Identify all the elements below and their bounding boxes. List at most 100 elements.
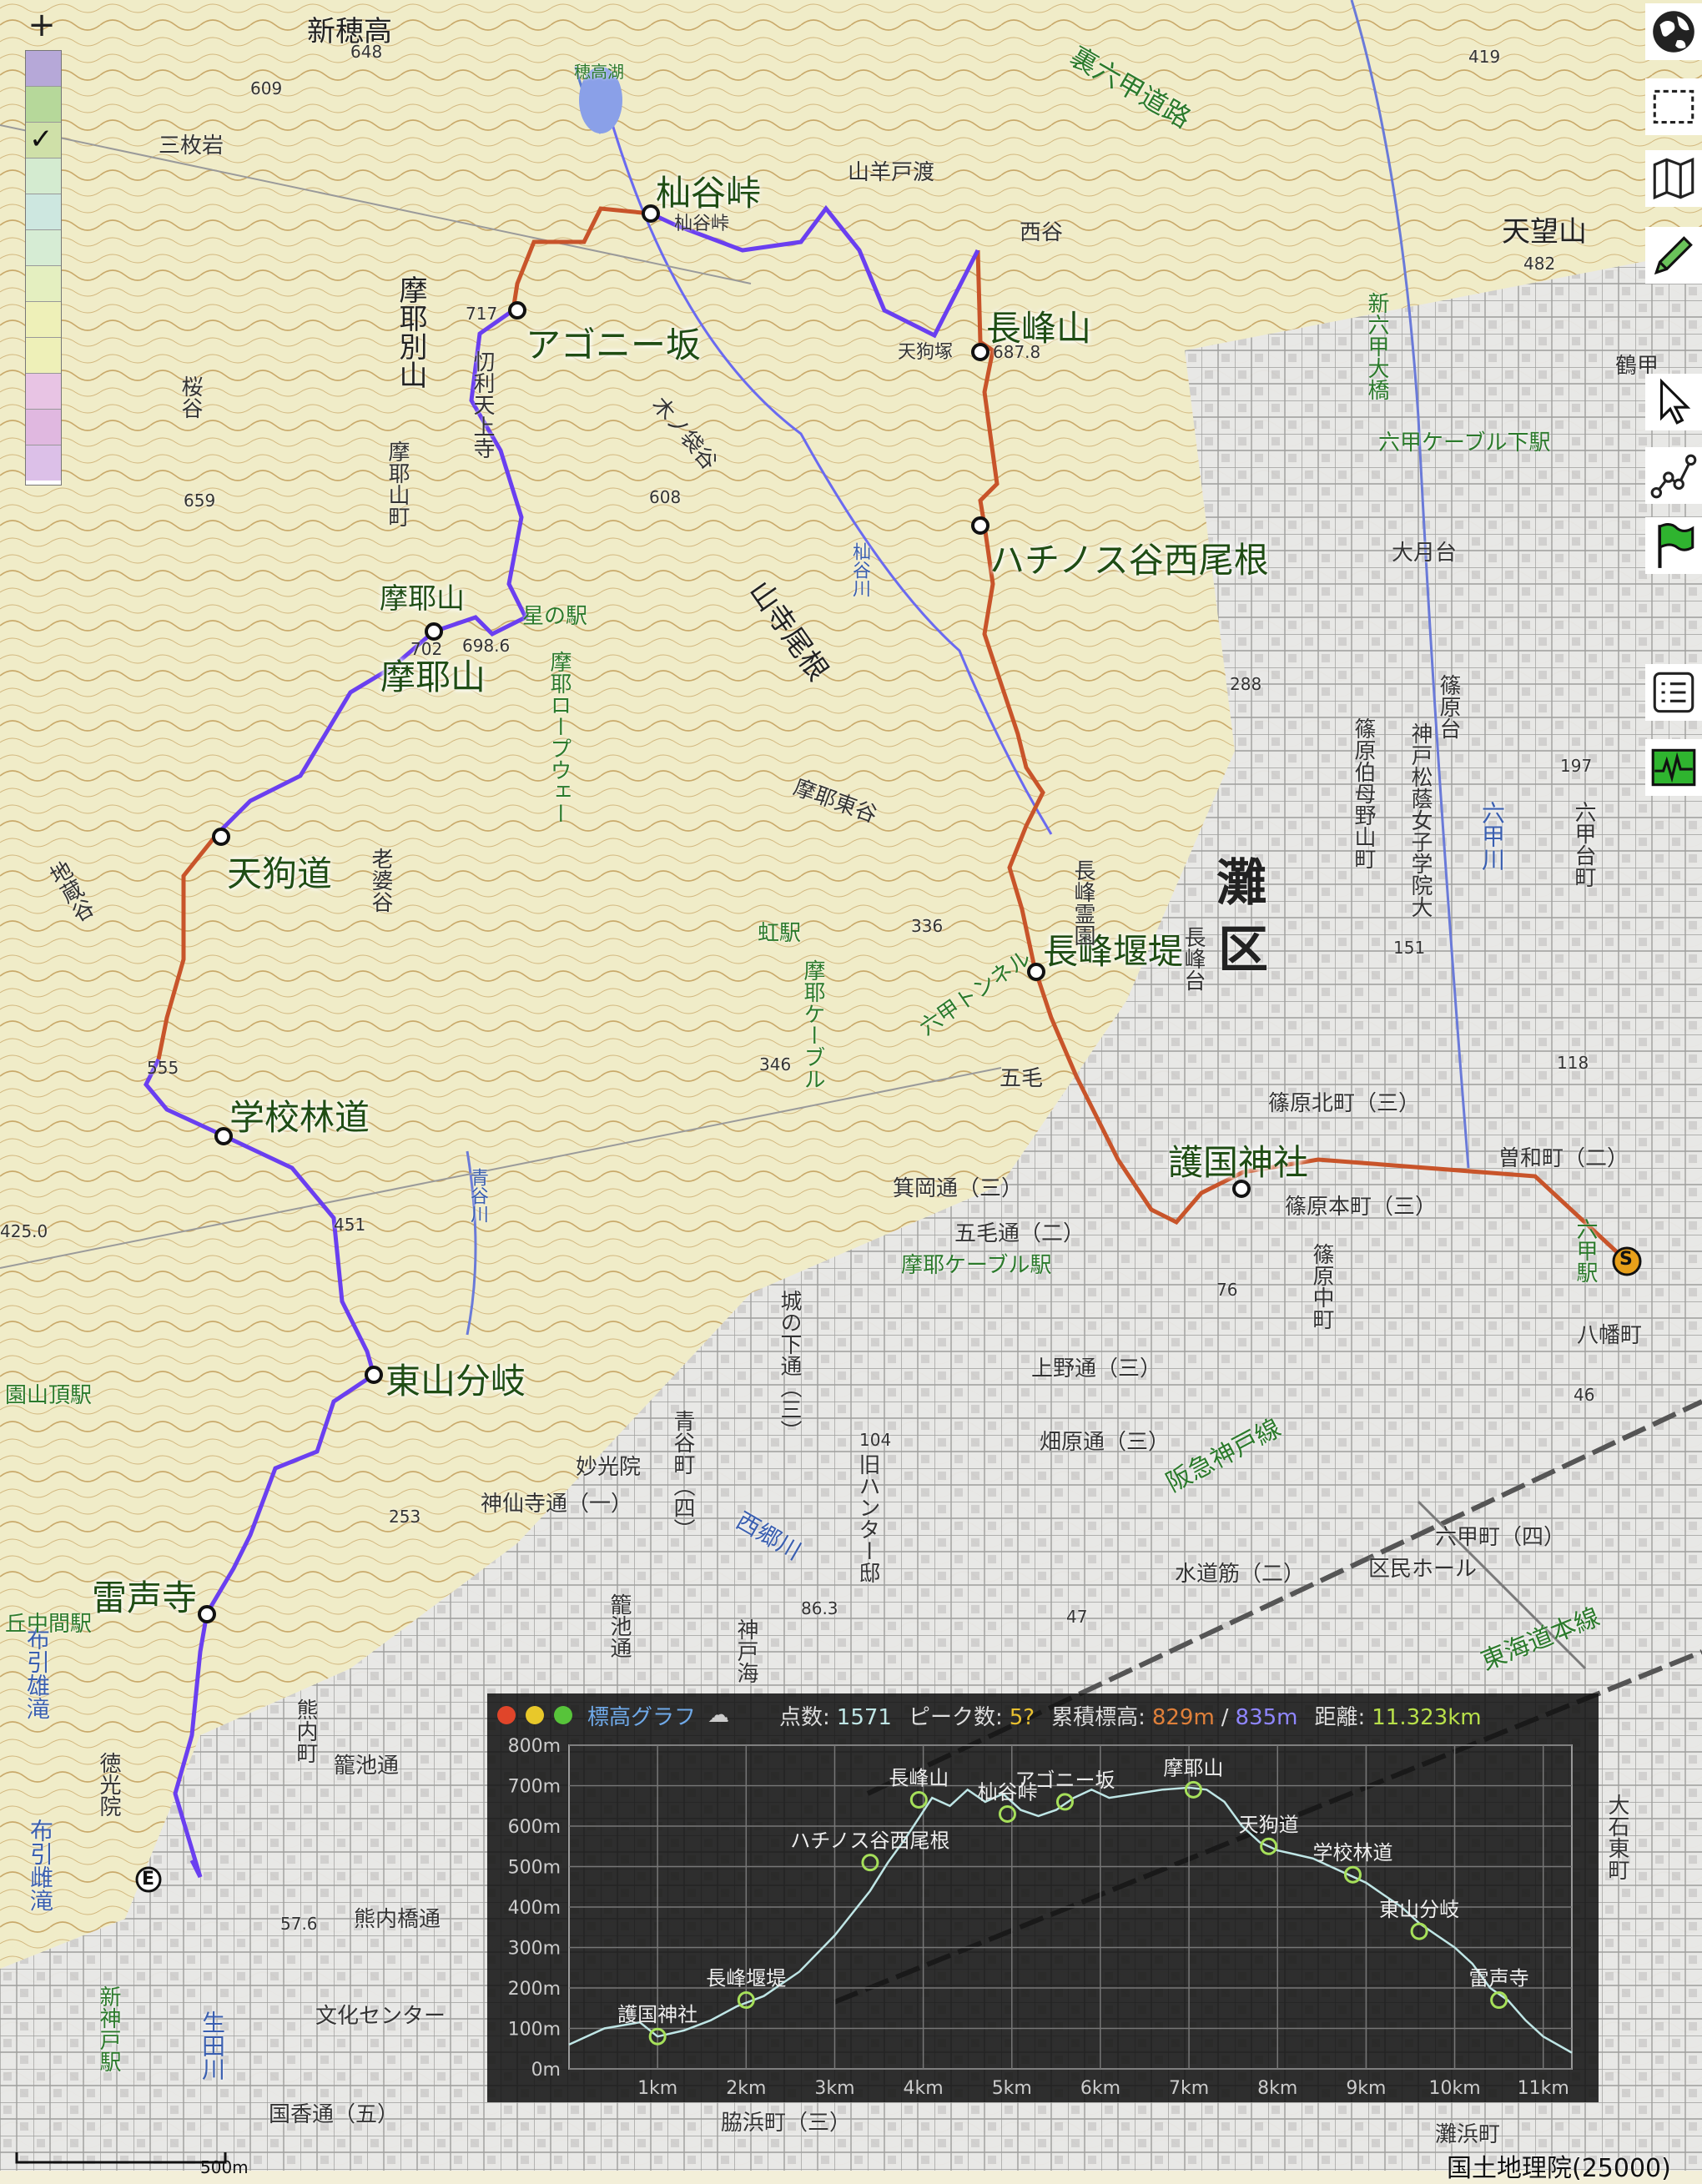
waypoint-label: 雷声寺 [92, 1578, 198, 1618]
globe-icon[interactable] [1645, 3, 1702, 60]
place-label: 摩耶山町 [385, 440, 410, 527]
place-label: 六甲川 [1478, 801, 1506, 871]
place-label: 山羊戸渡 [848, 160, 935, 185]
place-label: 箕岡通（三） [893, 1176, 1024, 1201]
place-label: 神仙寺通（一） [481, 1492, 633, 1517]
waypoint-marker [861, 1854, 879, 1872]
place-label: 籠池通 [607, 1593, 632, 1658]
layer-swatch[interactable] [26, 194, 61, 230]
cloud-upload-icon[interactable]: ☁ [707, 1703, 729, 1728]
waypoint-annotation: 雷声寺 [1469, 1967, 1529, 1990]
layer-swatch[interactable] [26, 266, 61, 302]
gain-up-value: 829m [1151, 1704, 1215, 1730]
waypoint-marker[interactable] [508, 301, 526, 320]
layer-swatch[interactable] [26, 87, 61, 123]
y-tick-label: 500m [508, 1858, 561, 1879]
list-icon[interactable] [1645, 664, 1702, 721]
place-label: 神戸松蔭女子学院大 [1407, 722, 1433, 918]
place-label: 旧ハンター邸 [855, 1453, 880, 1583]
place-label: 上野通（三） [1031, 1356, 1162, 1381]
y-tick-label: 700m [508, 1777, 561, 1798]
layer-swatch[interactable] [26, 51, 61, 87]
y-tick-label: 800m [508, 1737, 561, 1757]
maximize-button[interactable] [554, 1706, 572, 1724]
place-label: 神戸海 [733, 1618, 758, 1683]
layer-swatch[interactable] [26, 230, 61, 266]
waypoint-annotation: 摩耶山 [1163, 1756, 1223, 1779]
place-label: 妙光院 [576, 1455, 642, 1480]
place-label: 五毛通（二） [954, 1221, 1085, 1246]
place-label: 曽和町（二） [1498, 1146, 1629, 1171]
layer-swatch[interactable] [26, 302, 61, 338]
waypoint-marker [1055, 1793, 1074, 1811]
map-icon[interactable] [1645, 150, 1702, 207]
elevation-value: 698.6 [462, 636, 511, 656]
waypoint-marker[interactable] [971, 516, 989, 535]
layer-swatch[interactable] [26, 445, 61, 481]
place-label: 篠原本町（三） [1285, 1195, 1438, 1220]
waypoint-marker[interactable] [365, 1366, 383, 1384]
elevation-chart[interactable]: 0m 100m 200m 300m 400m 500m 600m 700m 800m 1km 2km… [487, 1737, 1599, 2102]
pencil-icon[interactable] [1645, 227, 1702, 284]
layer-swatch[interactable]: ✓ [26, 123, 61, 159]
layer-swatch[interactable] [26, 410, 61, 445]
waypoint-marker [998, 1804, 1016, 1823]
place-label: 長峰台 [1181, 926, 1206, 991]
x-tick-label: 7km [1169, 2078, 1209, 2099]
place-label: 五毛 [1000, 1066, 1044, 1091]
x-tick-label: 10km [1428, 2078, 1480, 2099]
zoom-in-button[interactable]: + [25, 8, 58, 42]
place-label: 生田川 [199, 2010, 226, 2081]
place-label: 畑原通（三） [1040, 1430, 1171, 1455]
cursor-icon[interactable] [1645, 374, 1702, 430]
place-label: 新神戸駅 [96, 1985, 121, 2072]
gain-separator: / [1221, 1704, 1229, 1730]
waypoint-annotation: 東山分岐 [1379, 1898, 1459, 1921]
elevation-graph-icon[interactable] [1645, 739, 1702, 796]
place-label: 青谷川 [467, 1168, 488, 1223]
waypoint-label: アゴニー坂 [526, 325, 702, 365]
points-label: 点数: [779, 1704, 830, 1730]
place-label: 篠原北町（三） [1268, 1091, 1421, 1116]
layer-swatch[interactable] [26, 338, 61, 374]
elevation-value: 702 [410, 639, 443, 659]
peaks-label: ピーク数: [908, 1704, 1003, 1730]
waypoint-label: 長峰堰堤 [1043, 931, 1184, 972]
place-label: 長峰霊園 [1070, 859, 1095, 946]
gain-label: 累積標高: [1051, 1704, 1146, 1730]
select-rect-icon[interactable] [1645, 78, 1702, 135]
elevation-value: 197 [1560, 756, 1593, 776]
close-button[interactable] [497, 1706, 516, 1724]
place-label: 水道筋（二） [1175, 1562, 1306, 1587]
layer-swatch[interactable] [26, 374, 61, 410]
elevation-value: 648 [350, 42, 383, 62]
waypoint-marker[interactable] [425, 622, 443, 641]
place-label: 熊内橋通 [354, 1907, 441, 1932]
waypoint-marker[interactable] [198, 1605, 216, 1623]
scale-label: 500m [200, 2157, 249, 2177]
place-label: 区 [1218, 921, 1268, 979]
elevation-value: 451 [334, 1215, 366, 1235]
flag-icon[interactable] [1645, 517, 1702, 574]
minimize-button[interactable] [526, 1706, 544, 1724]
place-label: 六甲台町 [1571, 801, 1596, 888]
place-label: 三枚岩 [159, 133, 224, 159]
waypoint-marker[interactable] [212, 828, 230, 846]
end-marker-label: E [142, 1869, 155, 1890]
elevation-value: 717 [466, 304, 498, 324]
route-icon[interactable] [1645, 447, 1702, 504]
elevation-graph-panel[interactable]: 標高グラフ ☁ 点数: 1571 ピーク数: 5? 累積標高: 829m/835m 距… [487, 1693, 1599, 2102]
place-label: 摩耶ケーブル駅 [901, 1253, 1052, 1278]
place-label: 篠原中町 [1309, 1243, 1334, 1330]
elevation-value: 253 [389, 1507, 421, 1527]
layer-selector[interactable]: ✓ [25, 50, 62, 486]
elevation-value: 425.0 [0, 1221, 48, 1241]
waypoint-annotation: 学校林道 [1312, 1841, 1392, 1864]
place-label: 天狗塚 [898, 342, 954, 363]
elevation-value: 482 [1523, 254, 1556, 274]
elevation-value: 57.6 [280, 1914, 318, 1934]
x-tick-label: 3km [814, 2078, 854, 2099]
y-tick-label: 300m [508, 1939, 561, 1960]
place-label: 杣谷川 [849, 542, 870, 597]
layer-swatch[interactable] [26, 159, 61, 194]
